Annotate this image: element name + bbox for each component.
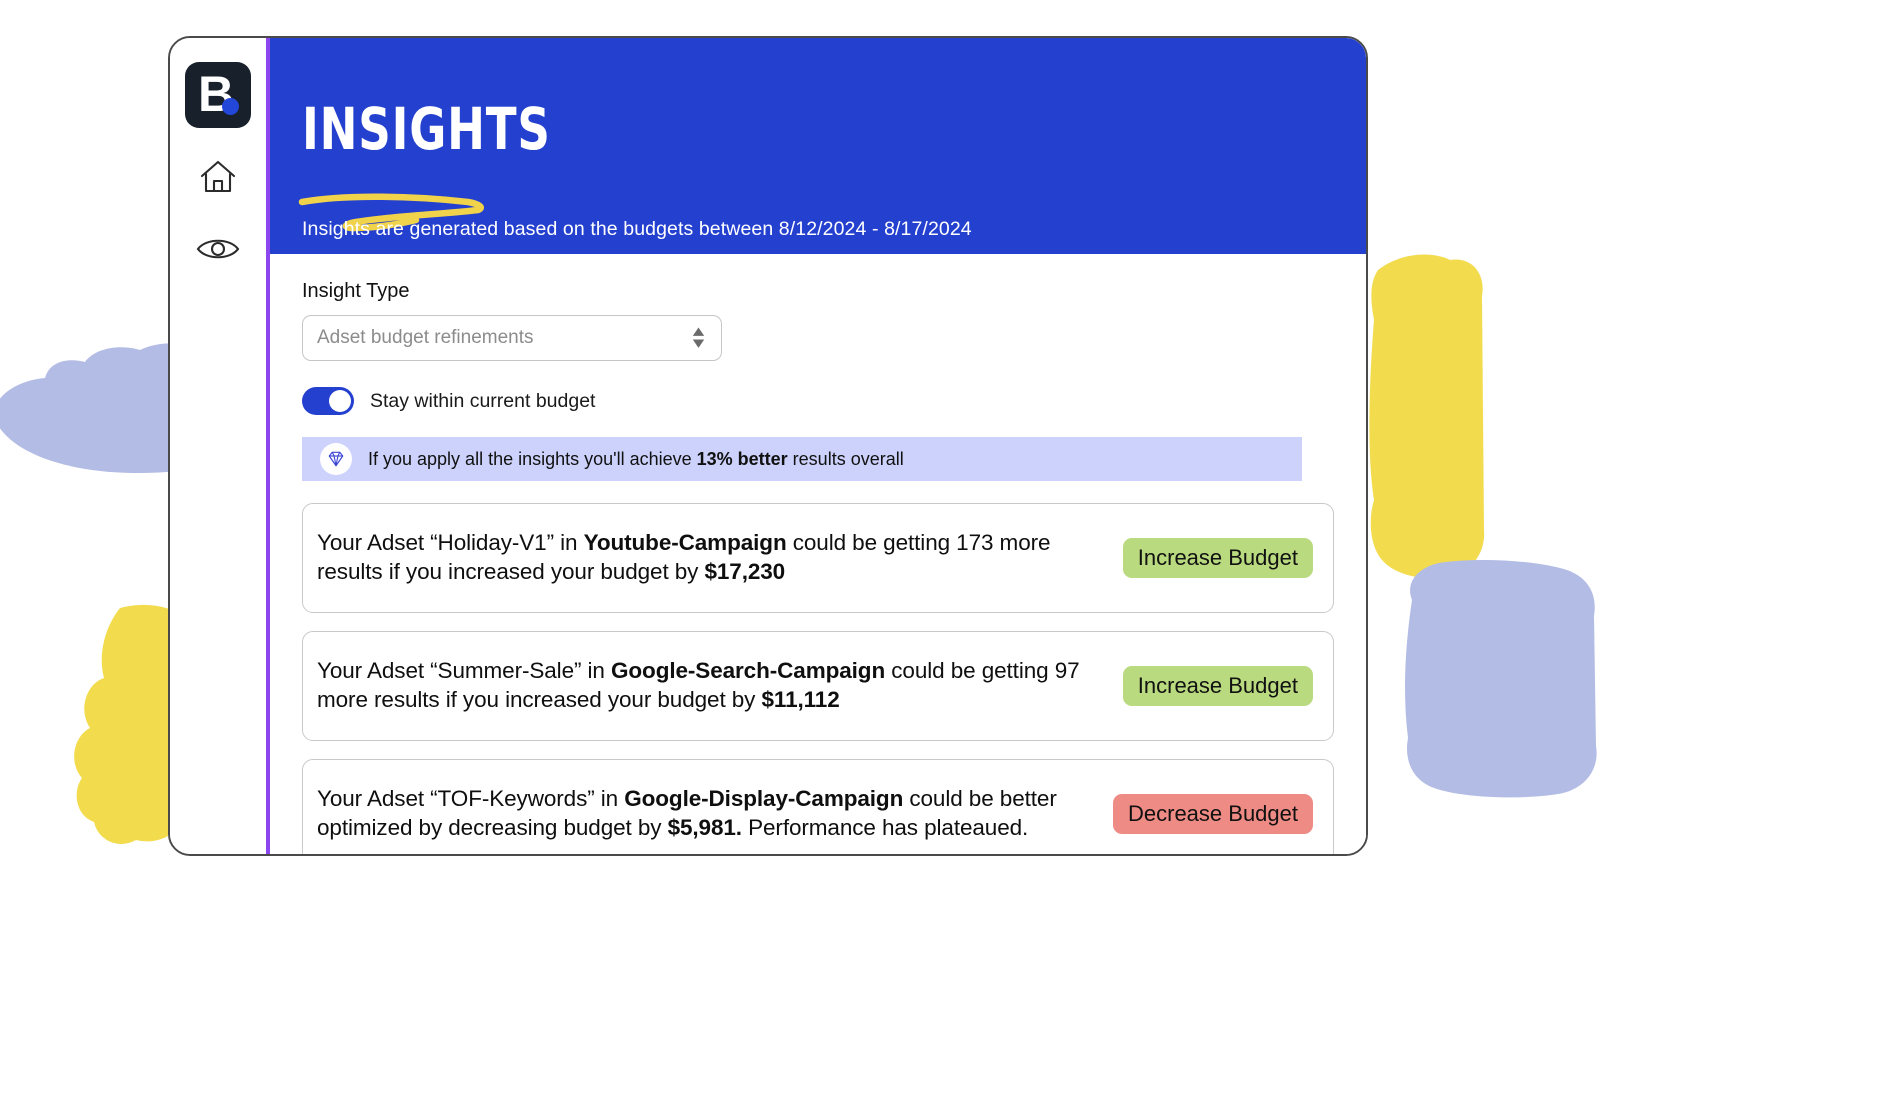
overall-improvement-text: If you apply all the insights you'll ach… — [368, 449, 904, 470]
action-badge-increase-budget[interactable]: Increase Budget — [1122, 538, 1313, 578]
overall-improvement-banner: If you apply all the insights you'll ach… — [302, 437, 1302, 481]
insight-line2-prefix: results if you increased your budget by — [317, 559, 705, 584]
insight-line1-suffix: could be getting 173 more — [786, 530, 1051, 556]
insight-line1-suffix: could be better — [903, 786, 1057, 812]
banner-text-before: If you apply all the insights you'll ach… — [368, 448, 697, 469]
insight-card[interactable]: Your Adset “Summer-Sale” in Google-Searc… — [302, 631, 1334, 741]
brand-logo-dot — [222, 98, 239, 115]
page-title: INSIGHTS — [302, 95, 551, 163]
app-window: B INSIGHTS Insights are generated based … — [168, 36, 1368, 856]
diamond-icon — [320, 443, 352, 475]
insight-card-list: Your Adset “Holiday-V1” in Youtube-Campa… — [270, 481, 1366, 854]
banner-text-after: results overall — [787, 448, 904, 469]
insight-card[interactable]: Your Adset “Holiday-V1” in Youtube-Campa… — [302, 503, 1334, 613]
insight-line1-prefix: Your Adset “TOF-Keywords” in — [317, 786, 625, 812]
controls-section: Insight Type Adset budget refinements St… — [270, 254, 1366, 481]
main-panel: INSIGHTS Insights are generated based on… — [270, 38, 1366, 854]
insight-campaign-name: Google-Display-Campaign — [624, 786, 904, 812]
banner-highlight: 13% better — [696, 448, 788, 469]
insight-line2-suffix: Performance has plateaued. — [741, 815, 1029, 840]
insight-line1-prefix: Your Adset “Summer-Sale” in — [317, 658, 611, 684]
insight-campaign-name: Google-Search-Campaign — [611, 658, 886, 684]
insight-card[interactable]: Your Adset “TOF-Keywords” in Google-Disp… — [302, 759, 1334, 854]
insight-line1-prefix: Your Adset “Holiday-V1” in — [317, 530, 584, 556]
insight-card-text: Your Adset “TOF-Keywords” in Google-Disp… — [317, 785, 1099, 843]
toggle-knob — [329, 390, 351, 412]
insight-type-label: Insight Type — [302, 280, 410, 302]
insight-type-value: Adset budget refinements — [317, 327, 534, 348]
screenshot-root: B INSIGHTS Insights are generated based … — [0, 0, 1892, 1110]
stay-within-budget-toggle[interactable] — [302, 387, 354, 415]
chevron-updown-icon[interactable] — [692, 327, 705, 349]
sidebar-item-overview[interactable] — [192, 226, 244, 272]
brand-logo[interactable]: B — [185, 62, 251, 128]
insight-type-select[interactable]: Adset budget refinements — [302, 315, 722, 361]
decorative-brush-blue-right — [1405, 560, 1597, 798]
insight-card-text: Your Adset “Summer-Sale” in Google-Searc… — [317, 657, 1109, 715]
insight-amount: $5,981. — [667, 815, 742, 840]
page-header: INSIGHTS Insights are generated based on… — [270, 38, 1366, 254]
insight-campaign-name: Youtube-Campaign — [583, 530, 787, 556]
stay-within-budget-row: Stay within current budget — [302, 387, 1334, 415]
insight-amount: $17,230 — [704, 559, 786, 584]
sidebar: B — [170, 38, 270, 854]
insight-card-text: Your Adset “Holiday-V1” in Youtube-Campa… — [317, 529, 1109, 587]
header-subtitle: Insights are generated based on the budg… — [302, 218, 972, 240]
decorative-brush-yellow-right — [1369, 254, 1485, 579]
panel-body: Insight Type Adset budget refinements St… — [270, 254, 1366, 854]
insight-amount: $11,112 — [761, 687, 840, 712]
insight-line1-suffix: could be — [885, 658, 976, 684]
insight-line2-prefix: optimized by decreasing budget by — [317, 815, 668, 840]
sidebar-item-home[interactable] — [192, 154, 244, 200]
stay-within-budget-label: Stay within current budget — [370, 389, 596, 412]
action-badge-decrease-budget[interactable]: Decrease Budget — [1113, 794, 1313, 834]
action-badge-increase-budget[interactable]: Increase Budget — [1122, 666, 1313, 706]
